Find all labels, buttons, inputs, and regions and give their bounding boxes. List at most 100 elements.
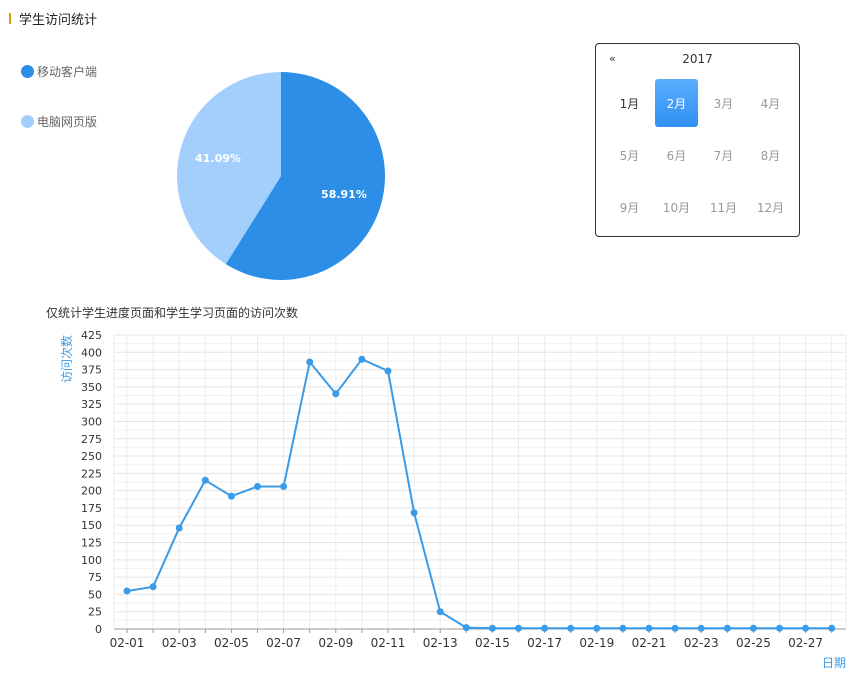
- data-point[interactable]: [697, 624, 705, 632]
- month-label: 7月: [713, 148, 734, 163]
- x-tick-label: 02-11: [371, 636, 406, 650]
- y-tick-label: 425: [81, 329, 102, 342]
- data-point[interactable]: [358, 355, 366, 363]
- pie-slice-label-1: 41.09%: [195, 152, 241, 165]
- y-tick-label: 225: [81, 467, 102, 480]
- month-label: 5月: [619, 148, 640, 163]
- data-point[interactable]: [280, 482, 288, 490]
- line-chart: 0 25 50 75 100 125 150 175 200 225 250 275 300 325 350…: [59, 329, 847, 670]
- month-label: 8月: [760, 148, 781, 163]
- section-header: 学生访问统计: [9, 9, 98, 28]
- y-tick-label: 325: [81, 398, 102, 411]
- data-point[interactable]: [515, 624, 522, 632]
- data-point[interactable]: [749, 624, 757, 632]
- month-cell-1[interactable]: 1月: [606, 77, 653, 129]
- pie-slice-label-0: 58.91%: [321, 188, 367, 201]
- y-tick-label: 150: [81, 519, 102, 532]
- x-tick-label: 02-21: [632, 636, 667, 650]
- data-point[interactable]: [619, 624, 627, 632]
- data-point[interactable]: [802, 624, 810, 632]
- y-tick-label: 0: [95, 623, 102, 636]
- legend-dot-web: [21, 114, 34, 128]
- data-point[interactable]: [410, 509, 418, 517]
- pie-legend: 移动客户端 电脑网页版: [21, 62, 97, 162]
- data-point[interactable]: [149, 583, 157, 591]
- month-label: 1月: [619, 96, 640, 111]
- y-tick-label: 300: [81, 415, 102, 428]
- x-tick-label: 02-13: [423, 636, 458, 650]
- legend-dot-mobile: [21, 64, 34, 78]
- month-label: 2月: [655, 79, 698, 127]
- month-cell-6[interactable]: 6月: [653, 129, 700, 181]
- data-point[interactable]: [227, 492, 235, 500]
- month-cell-12[interactable]: 12月: [747, 181, 794, 233]
- data-point[interactable]: [462, 624, 470, 632]
- month-label: 11月: [709, 200, 738, 215]
- data-point[interactable]: [541, 624, 549, 632]
- data-point[interactable]: [123, 587, 131, 595]
- y-tick-label: 25: [88, 606, 102, 619]
- y-tick-label: 275: [81, 433, 102, 446]
- data-point[interactable]: [332, 390, 340, 398]
- legend-item-web[interactable]: 电脑网页版: [21, 112, 97, 130]
- month-cell-8[interactable]: 8月: [747, 129, 794, 181]
- x-tick-label: 02-23: [684, 636, 719, 650]
- month-cell-5[interactable]: 5月: [606, 129, 653, 181]
- legend-item-mobile[interactable]: 移动客户端: [21, 62, 97, 80]
- line-chart-grid: [114, 334, 846, 630]
- month-cell-2[interactable]: 2月: [653, 77, 700, 129]
- y-axis-title: 访问次数: [59, 335, 74, 383]
- x-tick-label: 02-07: [266, 636, 301, 650]
- data-point[interactable]: [436, 608, 444, 616]
- data-point[interactable]: [384, 367, 392, 375]
- y-tick-label: 375: [81, 364, 102, 377]
- month-cell-10[interactable]: 10月: [653, 181, 700, 233]
- data-point[interactable]: [201, 476, 209, 484]
- y-tick-label: 400: [81, 346, 102, 359]
- y-tick-label: 175: [81, 502, 102, 515]
- x-tick-label: 02-05: [214, 636, 249, 650]
- month-label: 10月: [662, 200, 691, 215]
- year-label[interactable]: 2017: [596, 52, 799, 66]
- x-tick-label: 02-25: [736, 636, 771, 650]
- month-cell-9[interactable]: 9月: [606, 181, 653, 233]
- x-tick-label: 02-03: [162, 636, 197, 650]
- month-cell-7[interactable]: 7月: [700, 129, 747, 181]
- x-tick-label: 02-15: [475, 636, 510, 650]
- month-label: 3月: [713, 96, 734, 111]
- section-accent-bar: [9, 12, 11, 24]
- data-point[interactable]: [593, 624, 601, 632]
- data-point[interactable]: [306, 358, 314, 366]
- month-cell-11[interactable]: 11月: [700, 181, 747, 233]
- y-tick-label: 125: [81, 537, 102, 550]
- data-point[interactable]: [828, 624, 836, 632]
- x-tick-label: 02-27: [788, 636, 823, 650]
- legend-label-web: 电脑网页版: [37, 114, 98, 129]
- month-grid: 1月 2月 3月 4月 5月 6月 7月 8月 9月 10月 11月 12月: [606, 77, 794, 233]
- data-point[interactable]: [723, 624, 731, 632]
- data-point[interactable]: [671, 624, 679, 632]
- y-tick-label: 200: [81, 485, 102, 498]
- line-chart-title: 仅统计学生进度页面和学生学习页面的访问次数: [46, 306, 299, 320]
- month-cell-3[interactable]: 3月: [700, 77, 747, 129]
- pie-chart: 58.91% 41.09%: [176, 71, 385, 280]
- y-tick-label: 100: [81, 554, 102, 567]
- data-point[interactable]: [567, 624, 575, 632]
- month-cell-4[interactable]: 4月: [747, 77, 794, 129]
- x-axis-title: 日期: [822, 656, 846, 670]
- data-point[interactable]: [175, 524, 183, 532]
- y-tick-label: 250: [81, 450, 102, 463]
- section-title: 学生访问统计: [19, 12, 98, 28]
- x-tick-label: 02-09: [318, 636, 353, 650]
- legend-label-mobile: 移动客户端: [37, 64, 98, 79]
- y-tick-label: 75: [88, 571, 102, 584]
- data-point[interactable]: [776, 624, 783, 632]
- data-point[interactable]: [488, 624, 496, 632]
- y-tick-label: 350: [81, 381, 102, 394]
- data-point[interactable]: [645, 624, 653, 632]
- data-point[interactable]: [254, 482, 261, 490]
- month-label: 4月: [760, 96, 781, 111]
- month-label: 12月: [756, 200, 785, 215]
- month-label: 9月: [619, 200, 640, 215]
- x-tick-label: 02-17: [527, 636, 562, 650]
